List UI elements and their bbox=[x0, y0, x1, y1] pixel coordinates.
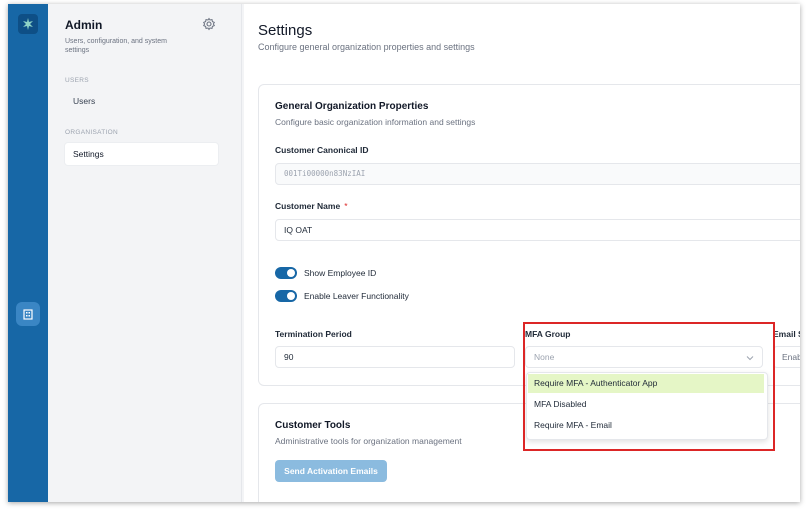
sidebar-title: Admin bbox=[65, 18, 103, 32]
send-activation-emails-button[interactable]: Send Activation Emails bbox=[275, 460, 387, 482]
customer-name-input[interactable]: IQ OAT bbox=[275, 219, 800, 241]
termination-period-label: Termination Period bbox=[275, 329, 352, 339]
sidebar-item-label: Users bbox=[73, 96, 96, 106]
required-mark: * bbox=[344, 201, 348, 211]
email-setting-label: Email S bbox=[773, 329, 800, 339]
section-label-organisation: ORGANISATION bbox=[65, 129, 118, 136]
app-window: Admin Users, configuration, and system s… bbox=[8, 4, 800, 502]
app-rail bbox=[8, 4, 48, 502]
sidebar-item-settings[interactable]: Settings bbox=[65, 143, 218, 165]
show-employee-id-toggle[interactable] bbox=[275, 267, 297, 279]
termination-period-input[interactable]: 90 bbox=[275, 346, 515, 368]
admin-sidebar: Admin Users, configuration, and system s… bbox=[48, 4, 242, 502]
page-subtitle: Configure general organization propertie… bbox=[258, 42, 475, 52]
card-subtitle: Configure basic organization information… bbox=[275, 117, 476, 127]
canonical-id-field: 001Ti00000n83NzIAI bbox=[275, 163, 800, 185]
sidebar-subtitle: Users, configuration, and system setting… bbox=[65, 38, 167, 54]
gear-icon[interactable] bbox=[202, 17, 216, 31]
card-subtitle: Administrative tools for organization ma… bbox=[275, 436, 462, 446]
canonical-id-label: Customer Canonical ID bbox=[275, 145, 369, 155]
highlight-box bbox=[523, 322, 775, 451]
email-setting-select[interactable]: Enab bbox=[773, 346, 800, 368]
sidebar-item-users[interactable]: Users bbox=[65, 90, 218, 112]
card-title: General Organization Properties bbox=[275, 101, 429, 112]
building-icon[interactable] bbox=[16, 302, 40, 326]
page-title: Settings bbox=[258, 22, 313, 39]
card-title: Customer Tools bbox=[275, 420, 351, 431]
show-employee-id-label: Show Employee ID bbox=[304, 268, 377, 278]
logo-mark-icon bbox=[23, 18, 33, 30]
section-label-users: USERS bbox=[65, 77, 89, 84]
app-logo-icon[interactable] bbox=[18, 14, 38, 34]
enable-leaver-label: Enable Leaver Functionality bbox=[304, 291, 409, 301]
customer-name-label: Customer Name * bbox=[275, 201, 348, 211]
sidebar-item-label: Settings bbox=[73, 149, 104, 159]
enable-leaver-toggle[interactable] bbox=[275, 290, 297, 302]
